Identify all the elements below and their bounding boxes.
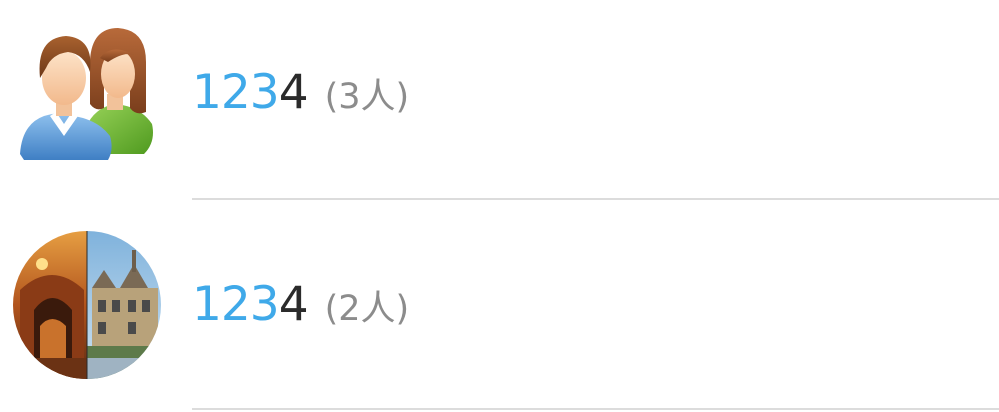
member-count: (2人) bbox=[324, 289, 410, 329]
group-list-item[interactable]: 1234 (2人) bbox=[0, 205, 999, 410]
group-name-highlight: 123 bbox=[192, 277, 280, 332]
group-name-line: 1234 (3人) bbox=[192, 63, 409, 123]
group-people-icon bbox=[12, 20, 162, 170]
group-photo-avatar bbox=[12, 230, 162, 380]
group-list: 1234 (3人) 1234 (2人) bbox=[0, 0, 999, 412]
member-count: (3人) bbox=[324, 77, 410, 117]
group-list-item[interactable]: 1234 (3人) bbox=[0, 0, 999, 205]
row-divider bbox=[192, 408, 999, 410]
group-name-line: 1234 (2人) bbox=[192, 275, 409, 335]
row-divider bbox=[192, 198, 999, 200]
group-name-highlight: 123 bbox=[192, 65, 280, 120]
group-name-rest: 4 bbox=[278, 65, 309, 120]
group-name-rest: 4 bbox=[278, 277, 309, 332]
